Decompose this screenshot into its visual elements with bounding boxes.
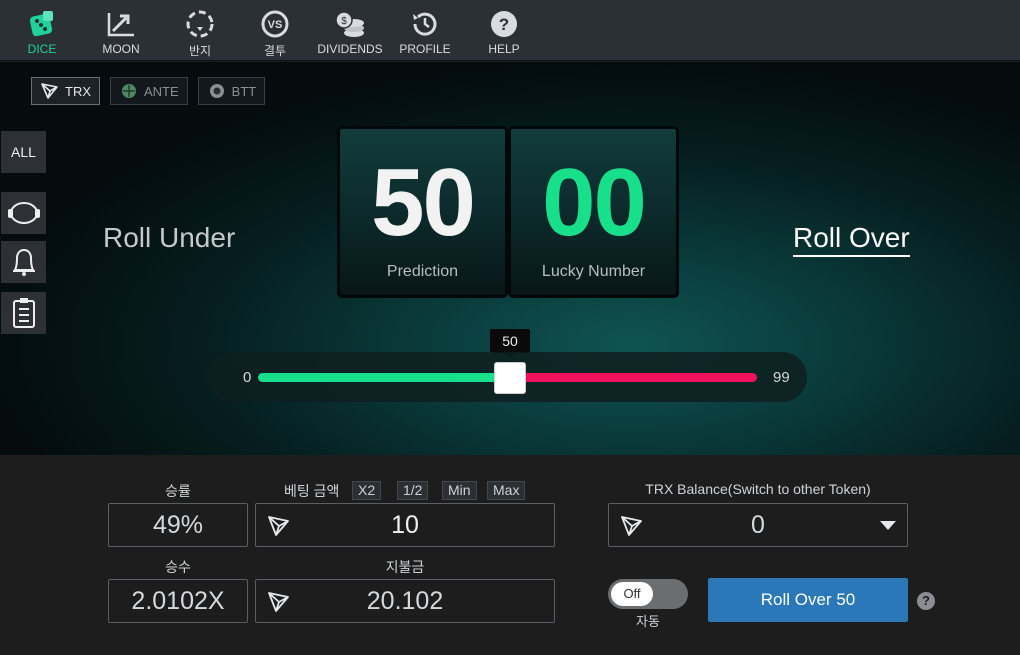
slider-min-label: 0 xyxy=(243,369,252,386)
nav-moon-label: MOON xyxy=(102,42,140,56)
token-btt[interactable]: BTT xyxy=(197,77,266,105)
coins-icon: $ xyxy=(310,8,390,40)
win-chance-label: 승률 xyxy=(165,483,191,499)
payout-value: 20.102 xyxy=(366,586,444,615)
tron-icon xyxy=(41,83,58,99)
nav-duel[interactable]: VS 결투 xyxy=(235,8,315,59)
slider-track-over[interactable] xyxy=(510,373,757,382)
token-trx[interactable]: TRX xyxy=(31,77,100,105)
roll-under-option[interactable]: Roll Under xyxy=(103,222,235,254)
prediction-slider[interactable]: 0 99 xyxy=(207,352,807,402)
token-ante-label: ANTE xyxy=(144,83,179,99)
tron-icon xyxy=(268,516,289,536)
nav-profile-label: PROFILE xyxy=(399,42,451,56)
nav-dice-label: DICE xyxy=(27,42,57,56)
multiplier-value: 2.0102X xyxy=(131,586,225,615)
balance-label: TRX Balance(Switch to other Token) xyxy=(645,481,871,497)
history-icon xyxy=(385,8,465,40)
tron-icon xyxy=(268,592,289,612)
bet-half-button[interactable]: 1/2 xyxy=(397,481,429,500)
help-icon: ? xyxy=(464,8,544,40)
bet-panel: 승률 49% 베팅 금액 X2 1/2 Min Max 10 승수 2.0102… xyxy=(0,455,1020,655)
multiplier-field: 2.0102X xyxy=(108,579,248,623)
bet-amount-input[interactable]: 10 xyxy=(255,503,555,547)
nav-moon[interactable]: MOON xyxy=(81,8,161,56)
headset-icon xyxy=(7,202,40,224)
nav-dividends-label: DIVIDENDS xyxy=(317,42,383,56)
bell-icon xyxy=(12,248,35,276)
lucky-number-card: 00 Lucky Number xyxy=(508,126,679,298)
win-chance-field: 49% xyxy=(108,503,248,547)
payout-field: 20.102 xyxy=(255,579,555,623)
help-icon[interactable]: ? xyxy=(917,592,935,610)
payout-label: 지불금 xyxy=(385,559,425,575)
lucky-number-value: 00 xyxy=(542,149,647,256)
slider-track-under[interactable] xyxy=(258,373,510,382)
side-all-button[interactable]: ALL xyxy=(1,131,46,173)
side-notification-button[interactable] xyxy=(1,241,46,283)
slider-thumb[interactable] xyxy=(494,362,526,394)
nav-help-label: HELP xyxy=(488,42,520,56)
balance-token-select[interactable]: 0 xyxy=(608,503,908,547)
vs-icon: VS xyxy=(235,8,315,40)
nav-dice[interactable]: DICE xyxy=(2,8,82,56)
balance-value: 0 xyxy=(751,510,765,539)
auto-bet-toggle[interactable]: Off xyxy=(608,579,688,609)
ring-icon xyxy=(160,8,240,40)
token-ante[interactable]: ANTE xyxy=(110,77,188,105)
side-support-button[interactable] xyxy=(1,192,46,234)
nav-ring[interactable]: 반지 xyxy=(160,8,240,59)
roll-button[interactable]: Roll Over 50 xyxy=(708,578,908,622)
slider-value-tooltip: 50 xyxy=(490,329,530,358)
ante-icon xyxy=(122,84,136,98)
nav-help[interactable]: ? HELP xyxy=(464,8,544,56)
svg-text:$: $ xyxy=(341,16,347,27)
btt-icon xyxy=(209,84,224,98)
bet-amount-value: 10 xyxy=(391,510,419,539)
clipboard-icon xyxy=(12,298,35,328)
prediction-label: Prediction xyxy=(386,263,459,280)
auto-bet-label: 자동 xyxy=(636,614,660,629)
tron-icon xyxy=(621,516,642,536)
token-trx-label: TRX xyxy=(65,83,91,99)
nav-duel-label: 결투 xyxy=(263,44,287,58)
svg-text:?: ? xyxy=(499,15,509,34)
chevron-down-icon xyxy=(880,521,896,530)
prediction-card: 50 Prediction xyxy=(337,126,508,298)
side-list-button[interactable] xyxy=(1,292,46,334)
bet-min-button[interactable]: Min xyxy=(442,481,477,500)
bet-x2-button[interactable]: X2 xyxy=(352,481,382,500)
svg-text:VS: VS xyxy=(268,19,283,31)
token-btt-label: BTT xyxy=(231,83,257,99)
bet-amount-label: 베팅 금액 xyxy=(284,483,340,499)
multiplier-label: 승수 xyxy=(165,559,191,575)
token-selector: TRX ANTE BTT xyxy=(31,77,266,105)
win-chance-value: 49% xyxy=(152,510,204,539)
prediction-value: 50 xyxy=(371,149,476,256)
auto-bet-toggle-state: Off xyxy=(611,582,653,606)
nav-profile[interactable]: PROFILE xyxy=(385,8,465,56)
game-area: TRX ANTE BTT ALL Roll Under Roll Over 50… xyxy=(0,62,1020,455)
dice-icon xyxy=(2,8,82,40)
lucky-number-label: Lucky Number xyxy=(541,263,646,280)
roll-over-option[interactable]: Roll Over xyxy=(793,222,910,257)
side-all-label: ALL xyxy=(11,144,36,160)
top-nav: DICE MOON 반지 VS 결투 $ DIVIDENDS PROFILE ?… xyxy=(0,0,1020,61)
slider-max-label: 99 xyxy=(773,369,790,386)
bet-max-button[interactable]: Max xyxy=(487,481,526,500)
nav-ring-label: 반지 xyxy=(188,44,212,58)
nav-dividends[interactable]: $ DIVIDENDS xyxy=(310,8,390,56)
chart-up-icon xyxy=(81,8,161,40)
